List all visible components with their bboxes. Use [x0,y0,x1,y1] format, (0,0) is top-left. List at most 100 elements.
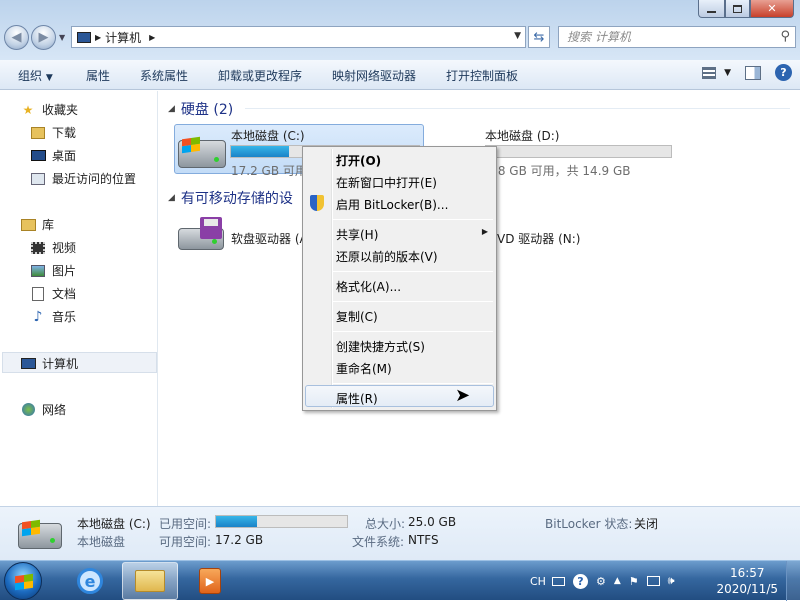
computer-icon [77,31,91,43]
breadcrumb-separator-icon[interactable]: ▶ [95,33,101,42]
restore-icon [733,4,742,13]
taskbar-explorer[interactable] [122,562,178,600]
settings-icon[interactable]: ⚙ [596,575,606,588]
preview-pane-icon[interactable] [745,65,761,80]
sidebar-item-computer[interactable]: 计算机 [20,355,78,372]
search-icon[interactable]: ⚲ [780,29,790,44]
sidebar-item-libraries[interactable]: 库 [20,216,54,233]
control-panel-button[interactable]: 打开控制面板 [446,67,518,84]
sidebar-item-documents[interactable]: 文档 [30,285,76,302]
help-icon[interactable]: ? [573,573,588,589]
menu-item-properties[interactable]: 属性(R) [336,390,378,407]
action-center-flag-icon[interactable]: ⚑ [629,575,639,588]
floppy-drive-name[interactable]: 软盘驱动器 (A [231,230,308,247]
sidebar-item-label: 最近访问的位置 [52,172,137,186]
video-icon [30,241,46,255]
details-bitlocker-label: BitLocker 状态: [545,517,633,531]
clock-date: 2020/11/5 [716,582,778,596]
clock[interactable]: 16:57 2020/11/5 [716,565,778,597]
menu-separator [333,301,493,302]
details-drive-type: 本地磁盘 [77,535,126,549]
internet-explorer-icon: e [77,568,103,594]
address-bar[interactable]: ▶ 计算机 ▶ ▼ [71,26,526,48]
group-header-removable[interactable]: ◢ 有可移动存储的设 [168,188,293,208]
properties-button[interactable]: 属性 [86,67,110,84]
map-drive-button[interactable]: 映射网络驱动器 [332,67,416,84]
menu-item-restore[interactable]: 还原以前的版本(V) [336,248,438,265]
taskbar-ie[interactable]: e [62,562,118,600]
downloads-folder-icon [30,126,46,140]
close-button[interactable]: ✕ [750,0,794,18]
back-arrow-icon: ◀ [11,30,22,45]
help-icon[interactable]: ? [775,64,792,81]
navigation-pane: ★ 收藏夹 下载 桌面 最近访问的位置 库 视频 图片 文档 ♪ 音乐 计算机 … [0,91,158,506]
sidebar-item-label: 文档 [52,287,77,301]
system-properties-button[interactable]: 系统属性 [140,67,188,84]
breadcrumb-computer[interactable]: 计算机 [105,29,141,46]
menu-item-format[interactable]: 格式化(A)... [336,278,401,295]
refresh-icon: ⇆ [533,29,545,45]
collapse-triangle-icon[interactable]: ◢ [168,193,175,203]
context-menu: 打开(O) 在新窗口中打开(E) 启用 BitLocker(B)... 共享(H… [302,146,497,411]
pictures-icon [30,264,46,278]
drive-c-name[interactable]: 本地磁盘 (C:) [231,127,305,144]
search-input[interactable] [567,30,777,44]
menu-item-create-shortcut[interactable]: 创建快捷方式(S) [336,338,425,355]
menu-item-rename[interactable]: 重命名(M) [336,360,392,377]
network-status-icon[interactable] [646,576,660,586]
recent-pages-dropdown[interactable]: ▼ [59,33,65,42]
windows-logo-icon [15,573,33,591]
drive-c-usage-fill [231,146,290,157]
sidebar-item-network[interactable]: 网络 [20,401,66,418]
start-button[interactable] [4,562,42,600]
sidebar-item-favorites[interactable]: ★ 收藏夹 [20,101,78,118]
drive-c-free: 17.2 GB 可用 [231,164,307,178]
refresh-button[interactable]: ⇆ [528,26,550,48]
change-view-button[interactable]: ▼ [702,66,731,79]
taskbar-media-player[interactable]: ▶ [182,562,238,600]
tray-language[interactable]: CH [530,561,546,601]
forward-button[interactable]: ▶ [31,25,56,50]
breadcrumb-arrow-icon[interactable]: ▶ [149,33,155,42]
sidebar-item-desktop[interactable]: 桌面 [30,147,76,164]
group-header-hard-disks[interactable]: ◢ 硬盘 (2) [168,99,233,119]
sidebar-item-pictures[interactable]: 图片 [30,262,76,279]
search-box[interactable]: ⚲ [558,26,796,48]
details-total-value: 25.0 GB [408,515,457,529]
minimize-icon [707,10,716,13]
forward-arrow-icon: ▶ [38,30,49,45]
dvd-drive-name[interactable]: VD 驱动器 (N:) [497,230,580,247]
menu-separator [333,271,493,272]
minimize-button[interactable] [698,0,725,18]
sidebar-item-label: 音乐 [52,310,77,324]
menu-separator [333,383,493,384]
menu-item-copy[interactable]: 复制(C) [336,308,378,325]
window-frame: ✕ ◀ ▶ ▼ ▶ 计算机 ▶ ▼ ⇆ ⚲ [0,0,800,60]
menu-item-open-new-window[interactable]: 在新窗口中打开(E) [336,174,437,191]
mouse-cursor-icon: ➤ [455,385,471,406]
volume-icon[interactable]: 🕪 [668,574,675,588]
show-hidden-icons-icon[interactable]: ▲ [614,576,621,586]
uac-shield-icon [310,195,324,211]
uninstall-button[interactable]: 卸载或更改程序 [218,67,302,84]
collapse-triangle-icon[interactable]: ◢ [168,104,175,114]
organize-button[interactable]: 组织 ▼ [18,67,53,84]
address-dropdown-icon[interactable]: ▼ [514,31,521,41]
details-fs-label: 文件系统: [352,535,405,549]
desktop-icon [30,149,46,163]
sidebar-item-recent[interactable]: 最近访问的位置 [30,170,136,187]
menu-item-share[interactable]: 共享(H) [336,226,378,243]
menu-item-bitlocker[interactable]: 启用 BitLocker(B)... [336,196,448,213]
keyboard-icon[interactable] [552,576,565,586]
drive-d-name[interactable]: 本地磁盘 (D:) [485,127,559,144]
back-button[interactable]: ◀ [4,25,29,50]
drive-d-free: .8 GB 可用，共 14.9 GB [494,164,631,178]
folder-icon [135,570,165,592]
show-desktop-button[interactable] [786,561,800,601]
sidebar-item-videos[interactable]: 视频 [30,239,76,256]
sidebar-item-downloads[interactable]: 下载 [30,124,76,141]
music-icon: ♪ [33,308,43,325]
maximize-button[interactable] [725,0,750,18]
menu-item-open[interactable]: 打开(O) [336,152,381,169]
sidebar-item-music[interactable]: ♪ 音乐 [30,308,76,325]
